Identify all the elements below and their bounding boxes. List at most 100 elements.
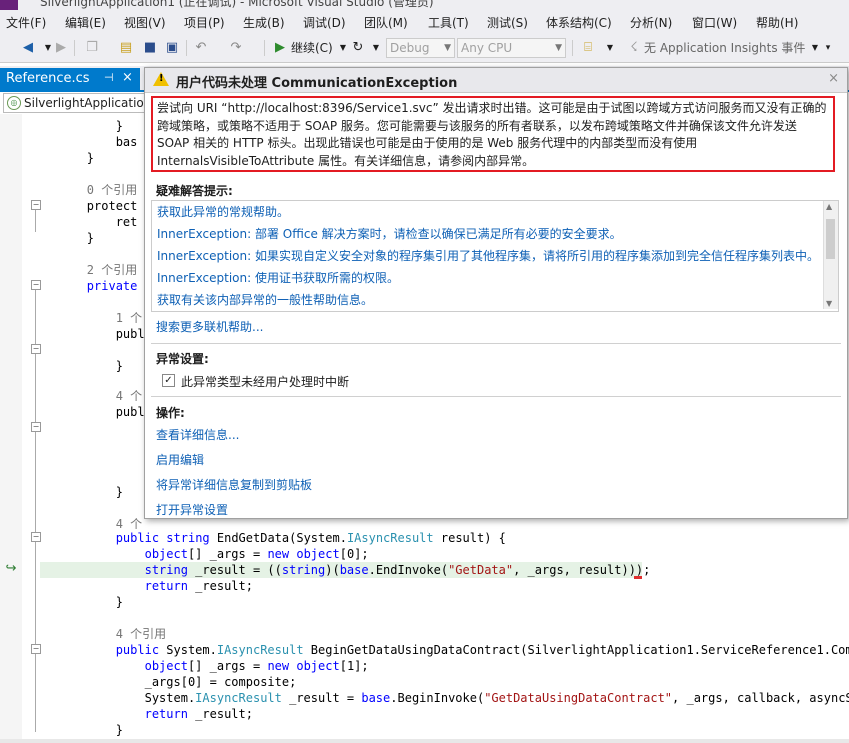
chevron-down-icon: ▼ <box>444 43 451 53</box>
reference-count-link[interactable]: 4 个引用 <box>29 626 166 642</box>
break-when-unhandled-checkbox[interactable]: ✓ <box>162 374 175 387</box>
tip-link[interactable]: 获取此异常的常规帮助。 <box>157 203 289 220</box>
redo-icon[interactable]: ↷ <box>228 39 244 57</box>
code-line: } <box>29 485 123 499</box>
reference-count-link[interactable]: 1 个 <box>29 310 142 326</box>
code-line: _args[0] = composite; <box>29 675 297 689</box>
menu-edit[interactable]: 编辑(E) <box>65 14 106 31</box>
undo-icon[interactable]: ↶ <box>193 39 209 57</box>
exception-settings-header: 异常设置: <box>156 352 209 366</box>
insights-icon[interactable]: ☇ <box>626 39 642 57</box>
continue-dropdown-icon[interactable]: ▼ <box>335 39 351 57</box>
restart-icon[interactable]: ↻ <box>350 39 366 57</box>
search-online-help-link[interactable]: 搜索更多联机帮助... <box>156 318 263 335</box>
class-dropdown[interactable]: ◎ SilverlightApplication <box>3 93 155 113</box>
exception-title: 用户代码未处理 CommunicationException <box>176 76 458 91</box>
code-line: return _result; <box>144 579 253 593</box>
exception-message: 尝试向 URI “http://localhost:8396/Service1.… <box>151 96 835 172</box>
divider <box>151 396 841 397</box>
menu-project[interactable]: 项目(P) <box>184 14 225 31</box>
current-statement-arrow-icon: ↪ <box>5 561 17 576</box>
class-dropdown-value: SilverlightApplication <box>24 96 152 110</box>
continue-icon[interactable]: ▶ <box>272 39 288 57</box>
copy-exception-detail-link[interactable]: 将异常详细信息复制到剪贴板 <box>156 476 312 493</box>
code-line: protect <box>29 199 138 213</box>
tip-link[interactable]: 获取有关该内部异常的一般性帮助信息。 <box>157 291 373 308</box>
menu-analyze[interactable]: 分析(N) <box>630 14 672 31</box>
code-line: } <box>29 595 123 609</box>
collapse-icon[interactable]: − <box>31 344 41 354</box>
tip-link[interactable]: InnerException: 部署 Office 解决方案时，请检查以确保已满… <box>157 225 622 242</box>
application-insights-label[interactable]: 无 Application Insights 事件 <box>644 39 805 57</box>
menu-debug[interactable]: 调试(D) <box>303 14 346 31</box>
troubleshooting-tips-list: 获取此异常的常规帮助。 InnerException: 部署 Office 解决… <box>151 200 839 312</box>
menu-test[interactable]: 测试(S) <box>487 14 528 31</box>
tips-scrollbar[interactable]: ▲ ▼ <box>823 201 838 309</box>
reference-count-link[interactable]: 2 个引用 <box>29 262 137 278</box>
horizontal-scrollbar[interactable] <box>0 739 849 743</box>
platform-select[interactable]: Any CPU ▼ <box>457 38 566 58</box>
new-project-icon[interactable]: ❐ <box>84 39 100 57</box>
code-line: public string EndGetData(System.IAsyncRe… <box>115 531 506 545</box>
troubleshooting-header: 疑难解答提示: <box>156 184 233 198</box>
separator <box>74 40 75 56</box>
pin-icon[interactable]: ⊣ <box>104 71 114 84</box>
exception-header: ! 用户代码未处理 CommunicationException × <box>145 68 847 93</box>
menu-team[interactable]: 团队(M) <box>364 14 408 31</box>
reference-count-link[interactable]: 4 个 <box>29 388 142 404</box>
tip-link[interactable]: InnerException: 如果实现自定义安全对象的程序集引用了其他程序集，… <box>157 247 819 264</box>
code-line: } <box>29 151 95 165</box>
code-line: object[] _args = new object[1]; <box>144 659 369 673</box>
code-line: publ <box>29 327 145 341</box>
vs-logo-icon <box>0 0 18 10</box>
close-icon[interactable]: × <box>122 70 133 85</box>
reference-count-link[interactable]: 0 个引用 <box>29 182 137 198</box>
menu-file[interactable]: 文件(F) <box>6 14 46 31</box>
menu-tools[interactable]: 工具(T) <box>428 14 469 31</box>
open-exception-settings-link[interactable]: 打开异常设置 <box>156 501 228 518</box>
find-dropdown-icon[interactable]: ▼ <box>602 39 618 57</box>
scroll-up-icon[interactable]: ▲ <box>826 202 832 211</box>
code-line: return _result; <box>144 707 253 721</box>
window-title: SilverlightApplication1 (正在调试) - Microso… <box>40 0 434 9</box>
platform-value: Any CPU <box>461 41 513 55</box>
enable-editing-link[interactable]: 启用编辑 <box>156 451 204 468</box>
code-line: private <box>86 279 138 293</box>
find-in-files-icon[interactable]: ⌸ <box>580 39 596 57</box>
collapse-icon[interactable]: − <box>31 422 41 432</box>
exception-assistant-popup: ! 用户代码未处理 CommunicationException × 尝试向 U… <box>144 67 848 519</box>
continue-button[interactable]: 继续(C) <box>291 39 333 57</box>
scroll-down-icon[interactable]: ▼ <box>826 299 832 308</box>
indicator-margin[interactable] <box>0 114 22 743</box>
forward-icon[interactable]: ▶ <box>53 39 69 57</box>
menu-architecture[interactable]: 体系结构(C) <box>546 14 612 31</box>
error-squiggle <box>634 576 642 579</box>
code-text: string _result = ((string)(base.EndInvok… <box>144 563 651 577</box>
restart-dropdown-icon[interactable]: ▼ <box>368 39 384 57</box>
back-icon[interactable]: ◀ <box>20 39 36 57</box>
break-when-unhandled-label[interactable]: 此异常类型未经用户处理时中断 <box>181 373 349 390</box>
save-all-icon[interactable]: ▣ <box>164 39 180 57</box>
save-icon[interactable]: ■ <box>142 39 158 57</box>
code-line: ret <box>29 215 138 229</box>
toolbar-overflow-icon[interactable]: ▾ <box>820 39 836 57</box>
current-statement-line: string _result = ((string)(base.EndInvok… <box>40 562 650 578</box>
view-detail-link[interactable]: 查看详细信息... <box>156 426 239 443</box>
close-icon[interactable]: × <box>828 71 839 86</box>
divider <box>151 343 841 344</box>
menu-window[interactable]: 窗口(W) <box>692 14 737 31</box>
tab-reference-cs[interactable]: Reference.cs ⊣ × <box>0 68 140 90</box>
menu-view[interactable]: 视图(V) <box>124 14 166 31</box>
title-bar: SilverlightApplication1 (正在调试) - Microso… <box>0 0 849 10</box>
code-line: } <box>29 359 123 373</box>
code-text: bas <box>29 135 138 149</box>
open-file-icon[interactable]: ▤ <box>118 39 134 57</box>
code-line: } <box>29 119 123 133</box>
menu-build[interactable]: 生成(B) <box>243 14 285 31</box>
scroll-thumb[interactable] <box>826 219 835 259</box>
configuration-select[interactable]: Debug ▼ <box>386 38 455 58</box>
code-line: System.IAsyncResult _result = base.Begin… <box>29 691 849 705</box>
separator <box>572 40 573 56</box>
tip-link[interactable]: InnerException: 使用证书获取所需的权限。 <box>157 269 399 286</box>
menu-help[interactable]: 帮助(H) <box>756 14 798 31</box>
